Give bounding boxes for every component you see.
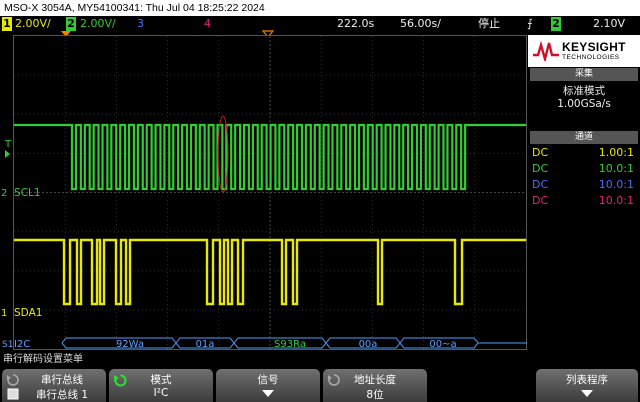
softkey-line2: 8位 <box>366 389 384 401</box>
serial-decode-bus[interactable]: S1 I2C 92Wa 01a S93Ra 00a 00~a <box>0 337 527 350</box>
decode-packet-label: 00~a <box>429 339 456 350</box>
softkey-serial-bus[interactable]: 串行总线 串行总线 1 <box>2 369 106 402</box>
brand-subtitle: TECHNOLOGIES <box>562 54 620 61</box>
keysight-wave-icon <box>533 41 559 61</box>
ch2-ground-marker[interactable]: 2 <box>1 188 7 199</box>
sda-label: SDA1 <box>14 307 42 319</box>
probe-coupling: DC <box>532 194 549 207</box>
probe-row-1: DC 1.00:1 <box>530 145 638 161</box>
probe-coupling: DC <box>532 178 549 191</box>
waveform-canvas[interactable] <box>14 36 526 349</box>
sample-rate: 1.00GSa/s <box>557 98 611 110</box>
side-panel: KEYSIGHT TECHNOLOGIES 采集 标准模式 1.00GSa/s … <box>528 35 640 215</box>
decode-packet-label: S93Ra <box>274 339 306 350</box>
scl-waveform <box>14 123 526 191</box>
softkey-line1: 地址长度 <box>354 374 396 386</box>
probe-row-2: DC 10.0:1 <box>530 161 638 177</box>
submenu-arrow-icon <box>581 390 593 397</box>
softkey-lister[interactable]: 列表程序 <box>536 369 638 402</box>
probe-row-4: DC 10.0:1 <box>530 193 638 209</box>
channel-1-badge[interactable]: 1 <box>2 17 12 31</box>
menu-title: 串行解码设置菜单 <box>0 353 640 366</box>
window-title: MSO-X 3054A, MY54100341: Thu Jul 04 18:2… <box>0 0 640 16</box>
acquisition-mode: 标准模式 <box>563 85 605 97</box>
softkey-line2: 串行总线 1 <box>35 389 89 401</box>
channels-header: 通道 <box>530 131 638 144</box>
decode-packet-label: 92Wa <box>116 339 144 350</box>
acquisition-header: 采集 <box>530 68 638 81</box>
channel-2-badge[interactable]: 2 <box>66 17 76 31</box>
softkey-line1: 列表程序 <box>566 374 608 386</box>
softkey-line2: I²C <box>153 387 169 399</box>
softkey-address-length[interactable]: 地址长度 8位 <box>323 369 427 402</box>
probe-ratio: 1.00:1 <box>598 146 634 159</box>
submenu-arrow-icon <box>262 390 274 397</box>
probe-coupling: DC <box>532 146 549 159</box>
softkey-line1: 信号 <box>257 374 279 386</box>
softkey-line1: 串行总线 <box>41 374 83 386</box>
decode-packet-label: 00a <box>359 339 378 350</box>
keysight-logo: KEYSIGHT TECHNOLOGIES <box>528 35 640 67</box>
bus-label: I2C <box>14 339 30 350</box>
trigger-level-marker: T <box>4 139 12 150</box>
scl-label: SCL1 <box>14 187 41 199</box>
softkey-bar: 串行总线 串行总线 1 模式 I²C 信号 地址长度 8位 列表程序 <box>0 367 640 402</box>
brand-name: KEYSIGHT <box>562 40 626 54</box>
decode-packet-label: 01a <box>196 339 215 350</box>
ch1-ground-marker[interactable]: 1 <box>1 308 7 319</box>
trigger-level-arrow-icon <box>5 150 10 158</box>
probe-ratio: 10.0:1 <box>598 162 634 175</box>
probe-ratio: 10.0:1 <box>598 178 634 191</box>
softkey-mode[interactable]: 模式 I²C <box>109 369 213 402</box>
softkey-signals[interactable]: 信号 <box>216 369 320 402</box>
probe-row-3: DC 10.0:1 <box>530 177 638 193</box>
waveform-display[interactable] <box>13 35 527 350</box>
probe-ratio: 10.0:1 <box>598 194 634 207</box>
channel-markers: T 2 SCL1 1 SDA1 <box>1 139 42 319</box>
bus-prefix: S1 <box>2 340 13 350</box>
softkey-line1: 模式 <box>150 374 172 386</box>
trigger-source-badge[interactable]: 2 <box>551 17 561 31</box>
probe-coupling: DC <box>532 162 549 175</box>
